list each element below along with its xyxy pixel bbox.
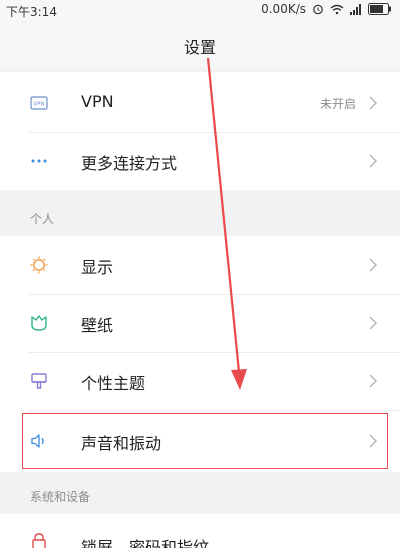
brightness-icon (30, 256, 48, 274)
vpn-status: 未开启 (319, 97, 356, 111)
chevron-right-icon (369, 316, 377, 330)
wifi-icon (330, 4, 344, 14)
wallpaper-icon (31, 315, 47, 331)
svg-text:VPN: VPN (33, 102, 44, 108)
title-bar: 设置 (0, 20, 400, 68)
network-speed: 0.00K/s (261, 2, 306, 16)
lock-screen-label: 锁屏、密码和指纹 (81, 538, 210, 548)
theme-icon (31, 373, 47, 389)
vpn-label: VPN (81, 92, 114, 111)
status-icons: 0.00K/s (261, 2, 392, 16)
wallpaper-row[interactable]: 壁纸 (0, 294, 400, 352)
chevron-right-icon (369, 374, 377, 388)
chevron-right-icon (369, 258, 377, 272)
divider (28, 410, 400, 411)
section-header-personal: 个人 (30, 212, 55, 226)
vpn-icon: VPN (30, 96, 48, 110)
personal-section: 显示 壁纸 个性主题 声音和振动 (0, 236, 400, 472)
display-label: 显示 (81, 258, 114, 277)
speaker-icon (31, 434, 44, 448)
more-dots-icon (31, 159, 47, 163)
sound-vibration-label: 声音和振动 (81, 434, 162, 453)
network-section: VPN VPN 未开启 更多连接方式 (0, 72, 400, 190)
chevron-right-icon (369, 96, 377, 110)
chevron-right-icon (369, 434, 377, 448)
battery-icon (368, 3, 391, 15)
alarm-icon (313, 4, 323, 15)
status-bar: 下午3:14 0.00K/s (0, 0, 400, 20)
lock-screen-row[interactable]: 锁屏、密码和指纹 (0, 514, 400, 548)
page-title: 设置 (183, 38, 216, 57)
sound-vibration-row[interactable]: 声音和振动 (0, 412, 400, 470)
display-row[interactable]: 显示 (0, 236, 400, 294)
system-section: 锁屏、密码和指纹 (0, 514, 400, 548)
more-connections-label: 更多连接方式 (81, 154, 178, 173)
theme-row[interactable]: 个性主题 (0, 352, 400, 410)
status-time: 下午3:14 (6, 5, 57, 19)
chevron-right-icon (369, 154, 377, 168)
wallpaper-label: 壁纸 (81, 316, 114, 335)
vpn-row[interactable]: VPN VPN 未开启 (0, 74, 400, 132)
signal-icon (350, 3, 361, 15)
lock-icon (32, 533, 46, 548)
theme-label: 个性主题 (81, 374, 146, 393)
more-connections-row[interactable]: 更多连接方式 (0, 132, 400, 190)
section-header-system: 系统和设备 (30, 490, 91, 504)
